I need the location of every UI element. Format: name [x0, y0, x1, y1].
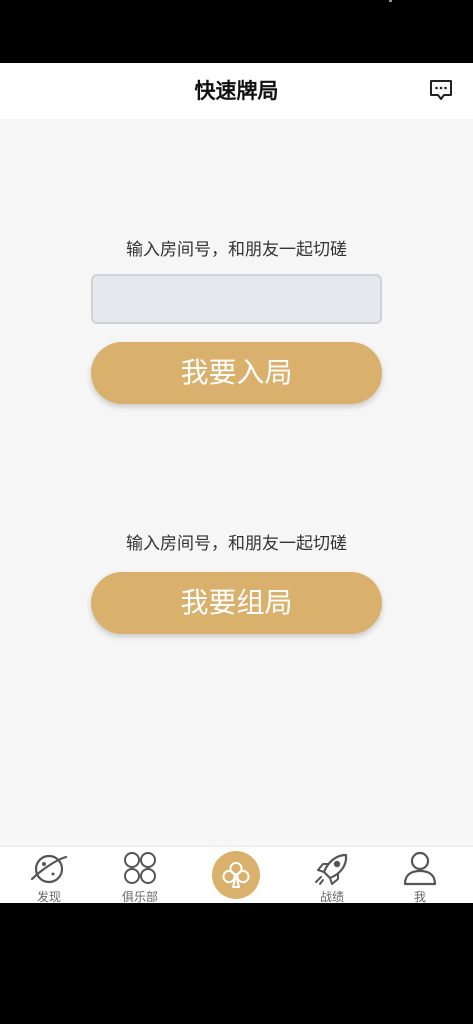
main-content: 输入房间号，和朋友一起切磋 我要入局 输入房间号，和朋友一起切磋 我要组局 — [0, 119, 473, 846]
join-game-button[interactable]: 我要入局 — [91, 342, 382, 404]
tab-me[interactable]: 我 — [392, 847, 448, 904]
tab-discover[interactable]: 发现 — [20, 847, 78, 904]
status-indicator — [389, 0, 392, 2]
bottom-area — [0, 903, 473, 1024]
tab-label-club: 俱乐部 — [121, 890, 158, 904]
message-icon[interactable] — [429, 79, 453, 101]
club-suit-icon — [222, 861, 250, 888]
room-number-input[interactable] — [91, 274, 382, 324]
join-hint: 输入房间号，和朋友一起切磋 — [126, 240, 347, 260]
page-title: 快速牌局 — [194, 79, 279, 103]
tab-record[interactable]: 战绩 — [303, 847, 361, 904]
tab-club[interactable]: 俱乐部 — [110, 847, 170, 904]
tab-label-me: 我 — [413, 890, 426, 904]
tab-quick-game[interactable] — [212, 851, 260, 899]
tab-bar: 发现 俱乐部 战绩 我 — [0, 846, 473, 904]
planet-icon — [30, 854, 68, 884]
four-circles-icon — [124, 852, 156, 884]
tab-label-discover: 发现 — [36, 890, 61, 904]
navigation-bar: 快速牌局 — [0, 63, 473, 119]
status-bar — [0, 0, 473, 63]
tab-label-record: 战绩 — [319, 890, 344, 904]
create-game-button[interactable]: 我要组局 — [91, 572, 382, 634]
rocket-icon — [315, 853, 348, 885]
person-icon — [403, 851, 437, 886]
create-hint: 输入房间号，和朋友一起切磋 — [126, 534, 347, 554]
